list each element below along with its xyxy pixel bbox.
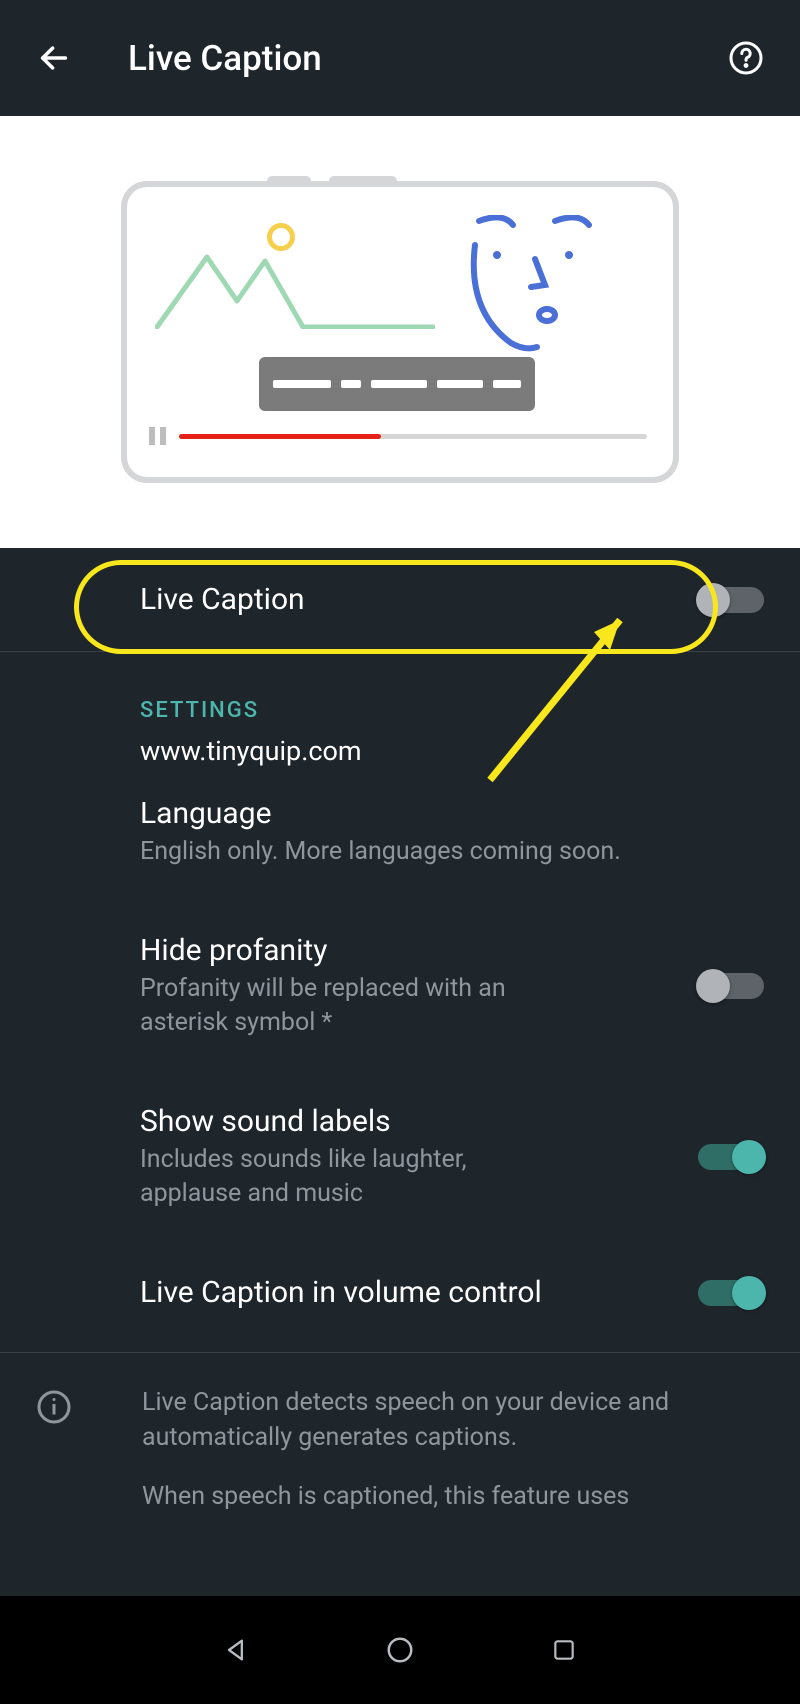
info-text: Live Caption detects speech on your devi… [142, 1385, 764, 1514]
settings-section-header: SETTINGS [0, 652, 800, 733]
illustration-panel [0, 116, 800, 548]
volume-control-row[interactable]: Live Caption in volume control [0, 1234, 800, 1352]
system-nav-bar [0, 1596, 800, 1704]
live-caption-master-label: Live Caption [140, 582, 698, 617]
mountain-icon [155, 249, 435, 329]
language-title: Language [140, 795, 764, 833]
pause-icon [149, 427, 166, 445]
nav-back-button[interactable] [216, 1630, 256, 1670]
live-caption-master-toggle[interactable] [698, 587, 764, 613]
volume-control-toggle[interactable] [698, 1280, 764, 1306]
sound-labels-title: Show sound labels [140, 1103, 678, 1141]
nav-back-icon [222, 1636, 250, 1664]
page-title: Live Caption [128, 38, 726, 79]
hide-profanity-toggle[interactable] [698, 973, 764, 999]
volume-control-title: Live Caption in volume control [140, 1274, 678, 1312]
language-sub: English only. More languages coming soon… [140, 835, 764, 869]
info-section: Live Caption detects speech on your devi… [0, 1352, 800, 1530]
help-button[interactable] [726, 38, 766, 78]
help-icon [728, 40, 764, 76]
nav-home-icon [385, 1635, 415, 1665]
sun-icon [267, 223, 295, 251]
hide-profanity-title: Hide profanity [140, 932, 678, 970]
nav-recents-button[interactable] [544, 1630, 584, 1670]
sound-labels-sub: Includes sounds like laughter, applause … [140, 1143, 560, 1211]
settings-scroll: Live Caption SETTINGS www.tinyquip.com L… [0, 548, 800, 1530]
language-row[interactable]: Language English only. More languages co… [0, 771, 800, 892]
nav-recents-icon [551, 1637, 577, 1663]
back-arrow-icon [37, 41, 71, 75]
sound-labels-row[interactable]: Show sound labels Includes sounds like l… [0, 1063, 800, 1234]
sound-labels-toggle[interactable] [698, 1144, 764, 1170]
watermark-text: www.tinyquip.com [0, 733, 800, 771]
phone-illustration [121, 181, 679, 483]
app-header: Live Caption [0, 0, 800, 116]
live-caption-master-row[interactable]: Live Caption [0, 548, 800, 652]
hide-profanity-row[interactable]: Hide profanity Profanity will be replace… [0, 892, 800, 1063]
progress-bar-illustration [179, 434, 647, 439]
caption-bar-illustration [259, 357, 535, 411]
hide-profanity-sub: Profanity will be replaced with an aster… [140, 972, 560, 1040]
face-icon [469, 215, 599, 355]
back-button[interactable] [34, 38, 74, 78]
info-icon [36, 1389, 78, 1514]
nav-home-button[interactable] [380, 1630, 420, 1670]
